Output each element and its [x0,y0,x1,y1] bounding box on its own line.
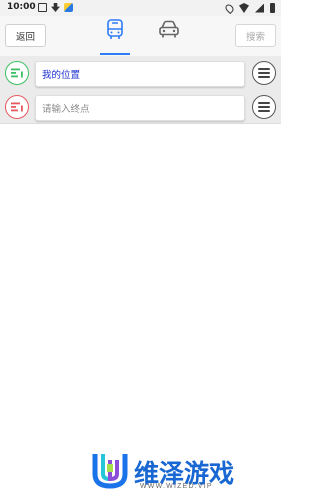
image-icon [38,3,47,12]
menu-icon-line [258,76,270,79]
status-left-icons [38,3,73,12]
header: 返回 搜索 [0,16,281,56]
start-point-icon [5,61,29,85]
location-icon [223,2,236,14]
back-button[interactable]: 返回 [5,24,46,47]
status-right-icons [223,2,275,14]
end-point-icon [5,95,29,119]
wifi-icon [239,3,249,13]
status-time: 10:00 [7,2,36,12]
status-bar: 10:00 [0,0,281,16]
tab-bus[interactable] [98,19,132,55]
battery-icon [270,3,275,13]
brand-logo-icon [92,454,128,489]
signal-icon [255,3,264,13]
route-panel: 我的位置 请输入终点 [0,56,281,124]
watermark-logo: 维泽游戏 WWW.WIZED.VIP [90,448,280,498]
start-location-field[interactable]: 我的位置 [35,61,245,87]
end-menu-button[interactable] [252,95,276,119]
bus-icon [107,19,123,39]
menu-icon-line [258,110,270,113]
menu-icon-line [258,101,270,104]
menu-icon-line [258,72,270,74]
app-icon [64,3,73,12]
start-menu-button[interactable] [252,61,276,85]
search-button[interactable]: 搜索 [235,24,276,47]
car-icon [159,20,179,38]
menu-icon-line [258,67,270,70]
download-icon [51,3,60,12]
end-row: 请输入终点 [0,90,281,124]
tab-car[interactable] [152,19,186,55]
destination-input[interactable]: 请输入终点 [35,95,245,121]
watermark-subtitle: WWW.WIZED.VIP [140,483,213,490]
start-row: 我的位置 [0,56,281,90]
menu-icon-line [258,106,270,108]
